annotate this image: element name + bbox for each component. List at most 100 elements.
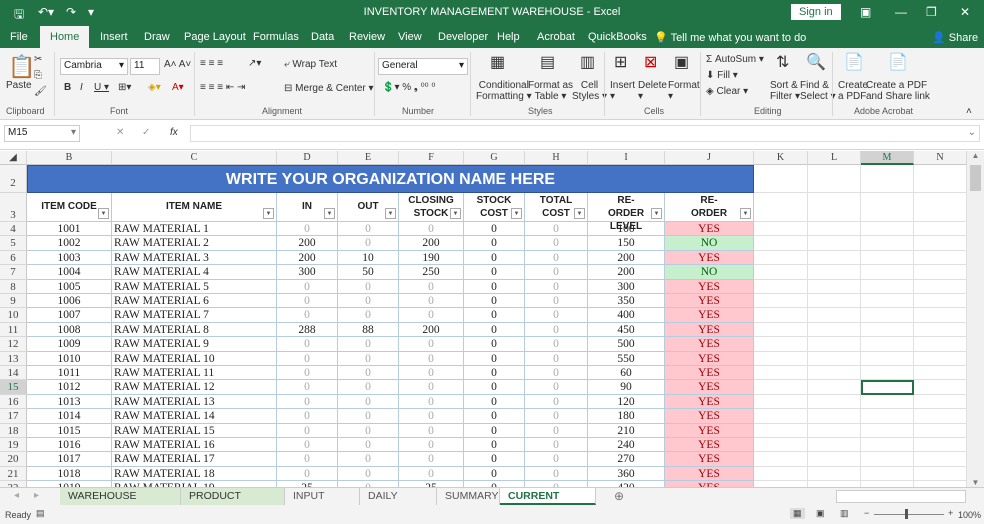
cell-reorder-required[interactable]: YES [665, 423, 754, 438]
cell-reorder-required[interactable]: YES [665, 337, 754, 352]
cell-stock-cost[interactable]: 0 [464, 308, 525, 323]
cell-item-code[interactable]: 1017 [27, 452, 112, 467]
cell-item-name[interactable]: RAW MATERIAL 14 [112, 409, 277, 424]
cell-closing-stock[interactable]: 0 [399, 409, 464, 424]
empty-cell[interactable] [861, 351, 914, 366]
column-header-cell[interactable]: OUT ▼ [338, 193, 399, 222]
cell-item-name[interactable]: RAW MATERIAL 10 [112, 351, 277, 366]
sheet-tab-summary[interactable]: SUMMARY [437, 488, 500, 505]
cell-out[interactable]: 0 [338, 222, 399, 237]
cell-item-name[interactable]: RAW MATERIAL 11 [112, 366, 277, 381]
cell-closing-stock[interactable]: 0 [399, 438, 464, 453]
format-button[interactable]: Format ▾ [668, 80, 700, 102]
column-header-c[interactable]: C [112, 151, 277, 165]
cell-item-name[interactable]: RAW MATERIAL 9 [112, 337, 277, 352]
column-header-j[interactable]: J [665, 151, 754, 165]
empty-cell[interactable] [754, 165, 808, 193]
empty-cell[interactable] [861, 250, 914, 266]
column-header-k[interactable]: K [754, 151, 808, 165]
cell-in[interactable]: 0 [277, 366, 338, 381]
cell-total-cost[interactable]: 0 [525, 222, 588, 237]
empty-cell[interactable] [914, 423, 967, 438]
empty-cell[interactable] [754, 265, 808, 280]
empty-cell[interactable] [914, 438, 967, 453]
cell-reorder-level[interactable]: 100 [588, 222, 665, 237]
cell-item-name[interactable]: RAW MATERIAL 1 [112, 222, 277, 237]
restore-icon[interactable]: ❐ [926, 5, 937, 19]
cell-total-cost[interactable]: 0 [525, 438, 588, 453]
empty-cell[interactable] [754, 279, 808, 294]
empty-cell[interactable] [914, 322, 967, 338]
cell-item-code[interactable]: 1012 [27, 380, 112, 395]
cell-item-name[interactable]: RAW MATERIAL 7 [112, 308, 277, 323]
cell-item-name[interactable]: RAW MATERIAL 15 [112, 423, 277, 438]
cell-total-cost[interactable]: 0 [525, 294, 588, 309]
cell-stock-cost[interactable]: 0 [464, 423, 525, 438]
cell-reorder-level[interactable]: 180 [588, 409, 665, 424]
cell-item-code[interactable]: 1016 [27, 438, 112, 453]
delete-cells-icon[interactable]: ⊠ [644, 52, 657, 72]
empty-cell[interactable] [914, 165, 967, 193]
cell-item-name[interactable]: RAW MATERIAL 2 [112, 236, 277, 251]
column-header-l[interactable]: L [808, 151, 861, 165]
empty-cell[interactable] [754, 466, 808, 482]
row-header-10[interactable]: 10 [0, 308, 27, 323]
cell-stock-cost[interactable]: 0 [464, 351, 525, 366]
format-as-table-icon[interactable]: ▤ [540, 52, 555, 72]
cell-total-cost[interactable]: 0 [525, 466, 588, 482]
cell-total-cost[interactable]: 0 [525, 351, 588, 366]
merge-center-button[interactable]: ⊟ Merge & Center ▾ [284, 83, 374, 94]
cell-reorder-level[interactable]: 120 [588, 394, 665, 410]
sort-filter-button[interactable]: Sort & Filter ▾ [770, 80, 800, 102]
cell-item-code[interactable]: 1013 [27, 394, 112, 410]
font-color-icon[interactable]: A▾ [172, 82, 184, 93]
ribbon-tab-page-layout[interactable]: Page Layout [184, 31, 246, 43]
row-header-14[interactable]: 14 [0, 366, 27, 381]
format-as-table-button[interactable]: Format as Table ▾ [528, 80, 573, 102]
cell-in[interactable]: 200 [277, 250, 338, 266]
empty-cell[interactable] [808, 308, 861, 323]
cell-total-cost[interactable]: 0 [525, 423, 588, 438]
cell-item-code[interactable]: 1011 [27, 366, 112, 381]
cell-reorder-required[interactable]: YES [665, 279, 754, 294]
empty-cell[interactable] [754, 409, 808, 424]
spreadsheet-grid[interactable]: ◢ WRITE YOUR ORGANIZATION NAME HERE BCDE… [0, 151, 967, 487]
cell-item-code[interactable]: 1010 [27, 351, 112, 366]
ribbon-tab-insert[interactable]: Insert [100, 31, 128, 43]
create-pdf-icon[interactable]: 📄 [844, 52, 864, 72]
cell-closing-stock[interactable]: 0 [399, 394, 464, 410]
empty-cell[interactable] [861, 409, 914, 424]
cell-reorder-level[interactable]: 60 [588, 366, 665, 381]
format-cells-icon[interactable]: ▣ [674, 52, 689, 72]
cell-stock-cost[interactable]: 0 [464, 366, 525, 381]
page-break-view-icon[interactable]: ▥ [840, 508, 849, 519]
row-header-19[interactable]: 19 [0, 438, 27, 453]
cell-item-code[interactable]: 1007 [27, 308, 112, 323]
name-box[interactable]: M15 ▾ [4, 125, 80, 142]
wrap-text-button[interactable]: ⤶ Wrap Text [284, 59, 337, 70]
sheet-tab-input-data[interactable]: INPUT DATA [285, 488, 360, 519]
cell-reorder-required[interactable]: YES [665, 452, 754, 467]
cell-stock-cost[interactable]: 0 [464, 438, 525, 453]
cell-in[interactable]: 0 [277, 294, 338, 309]
cell-item-code[interactable]: 1008 [27, 322, 112, 338]
conditional-formatting-button[interactable]: Conditional Formatting ▾ [476, 80, 532, 102]
cell-reorder-level[interactable]: 200 [588, 265, 665, 280]
empty-cell[interactable] [808, 366, 861, 381]
cell-reorder-level[interactable]: 240 [588, 438, 665, 453]
cell-reorder-level[interactable]: 400 [588, 308, 665, 323]
empty-cell[interactable] [754, 438, 808, 453]
empty-cell[interactable] [808, 452, 861, 467]
empty-cell[interactable] [754, 452, 808, 467]
row-header-16[interactable]: 16 [0, 394, 27, 410]
cell-stock-cost[interactable]: 0 [464, 250, 525, 266]
cell-stock-cost[interactable]: 0 [464, 279, 525, 294]
horizontal-scrollbar[interactable] [836, 490, 966, 503]
new-sheet-icon[interactable]: ⊕ [614, 489, 624, 503]
cell-item-code[interactable]: 1018 [27, 466, 112, 482]
empty-cell[interactable] [754, 423, 808, 438]
cell-styles-icon[interactable]: ▥ [580, 52, 595, 72]
create-share-pdf-button[interactable]: Create a PDF and Share link [866, 80, 930, 102]
empty-cell[interactable] [808, 294, 861, 309]
row-header-9[interactable]: 9 [0, 294, 27, 309]
